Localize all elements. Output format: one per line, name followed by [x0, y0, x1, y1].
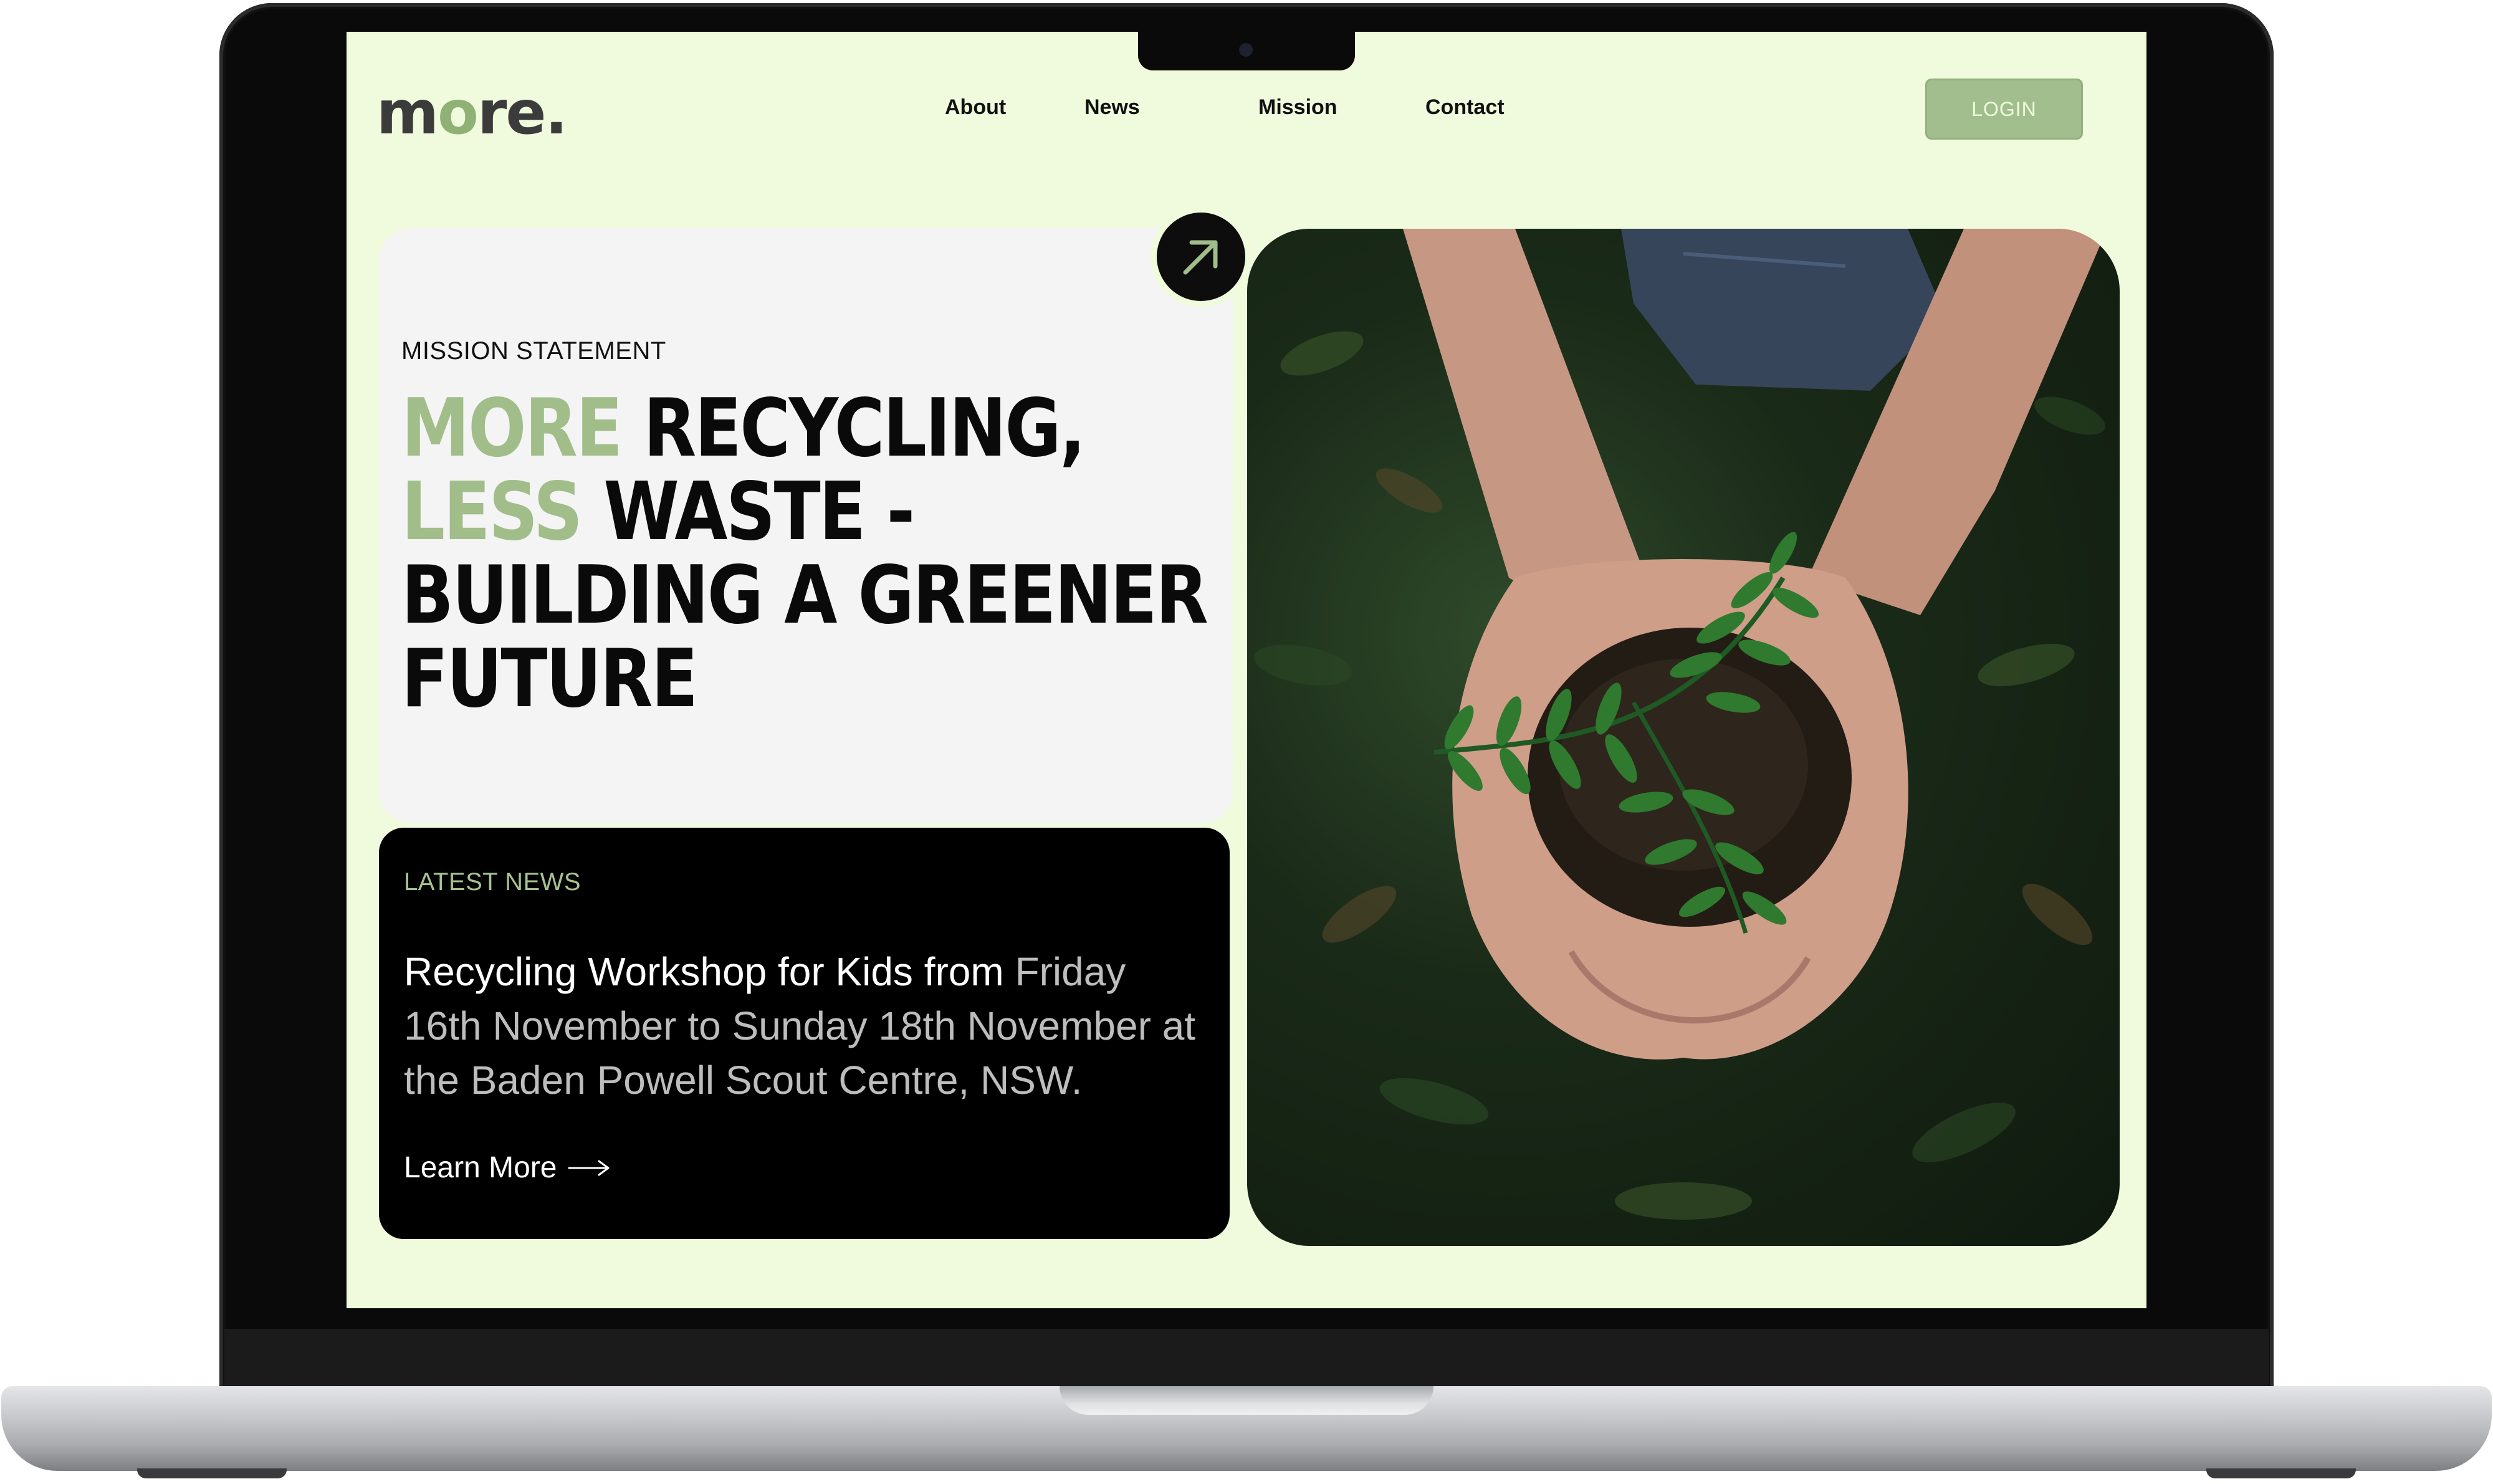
camera-notch — [1138, 32, 1355, 70]
mission-headline: MORE RECYCLING, LESS WASTE - BUILDING A … — [401, 387, 1208, 725]
headline-accent-more: MORE — [401, 382, 623, 475]
mission-arrow-button[interactable] — [1151, 206, 1251, 307]
news-body: Recycling Workshop for Kids from Friday … — [404, 945, 1214, 1108]
laptop-bezel-bottom — [224, 1329, 2269, 1386]
site-logo[interactable]: more. — [376, 83, 568, 143]
arrow-right-icon — [568, 1160, 610, 1175]
nav-news[interactable]: News — [1084, 95, 1140, 120]
website-screen: more. About News Mission Contact LOGIN M… — [347, 32, 2146, 1308]
learn-more-link[interactable]: Learn More — [404, 1151, 611, 1185]
laptop-foot-right — [2206, 1468, 2356, 1478]
latest-news-label: LATEST NEWS — [404, 868, 581, 896]
nav-mission[interactable]: Mission — [1258, 95, 1337, 120]
nav-contact[interactable]: Contact — [1425, 95, 1505, 120]
logo-text-m: m — [376, 78, 439, 148]
nav-about[interactable]: About — [945, 95, 1006, 120]
laptop-foot-left — [137, 1468, 287, 1478]
headline-line-4: FUTURE — [401, 633, 698, 725]
headline-text-waste: WASTE - — [581, 466, 915, 558]
camera-icon — [1239, 43, 1253, 57]
arrow-up-right-icon — [1183, 240, 1218, 275]
hero-image-hands-plant — [1247, 229, 2120, 1246]
headline-text-recycling: RECYCLING, — [621, 382, 1086, 475]
headline-accent-less: LESS — [401, 466, 583, 558]
logo-text-re: re. — [477, 78, 568, 148]
login-button[interactable]: LOGIN — [1925, 79, 2083, 140]
hands-holding-plant-illustration — [1254, 229, 2107, 1220]
logo-text-o: o — [438, 78, 479, 148]
learn-more-label: Learn More — [404, 1151, 557, 1184]
mission-label: MISSION STATEMENT — [401, 337, 666, 365]
headline-line-3: BUILDING A GREENER — [401, 549, 1208, 642]
headline-line-2: LESS WASTE - — [401, 471, 1098, 554]
laptop-opening-notch — [1060, 1386, 1433, 1415]
news-lead: Recycling Workshop for Kids from — [404, 949, 1004, 994]
headline-line-1: MORE RECYCLING, — [401, 387, 1098, 471]
